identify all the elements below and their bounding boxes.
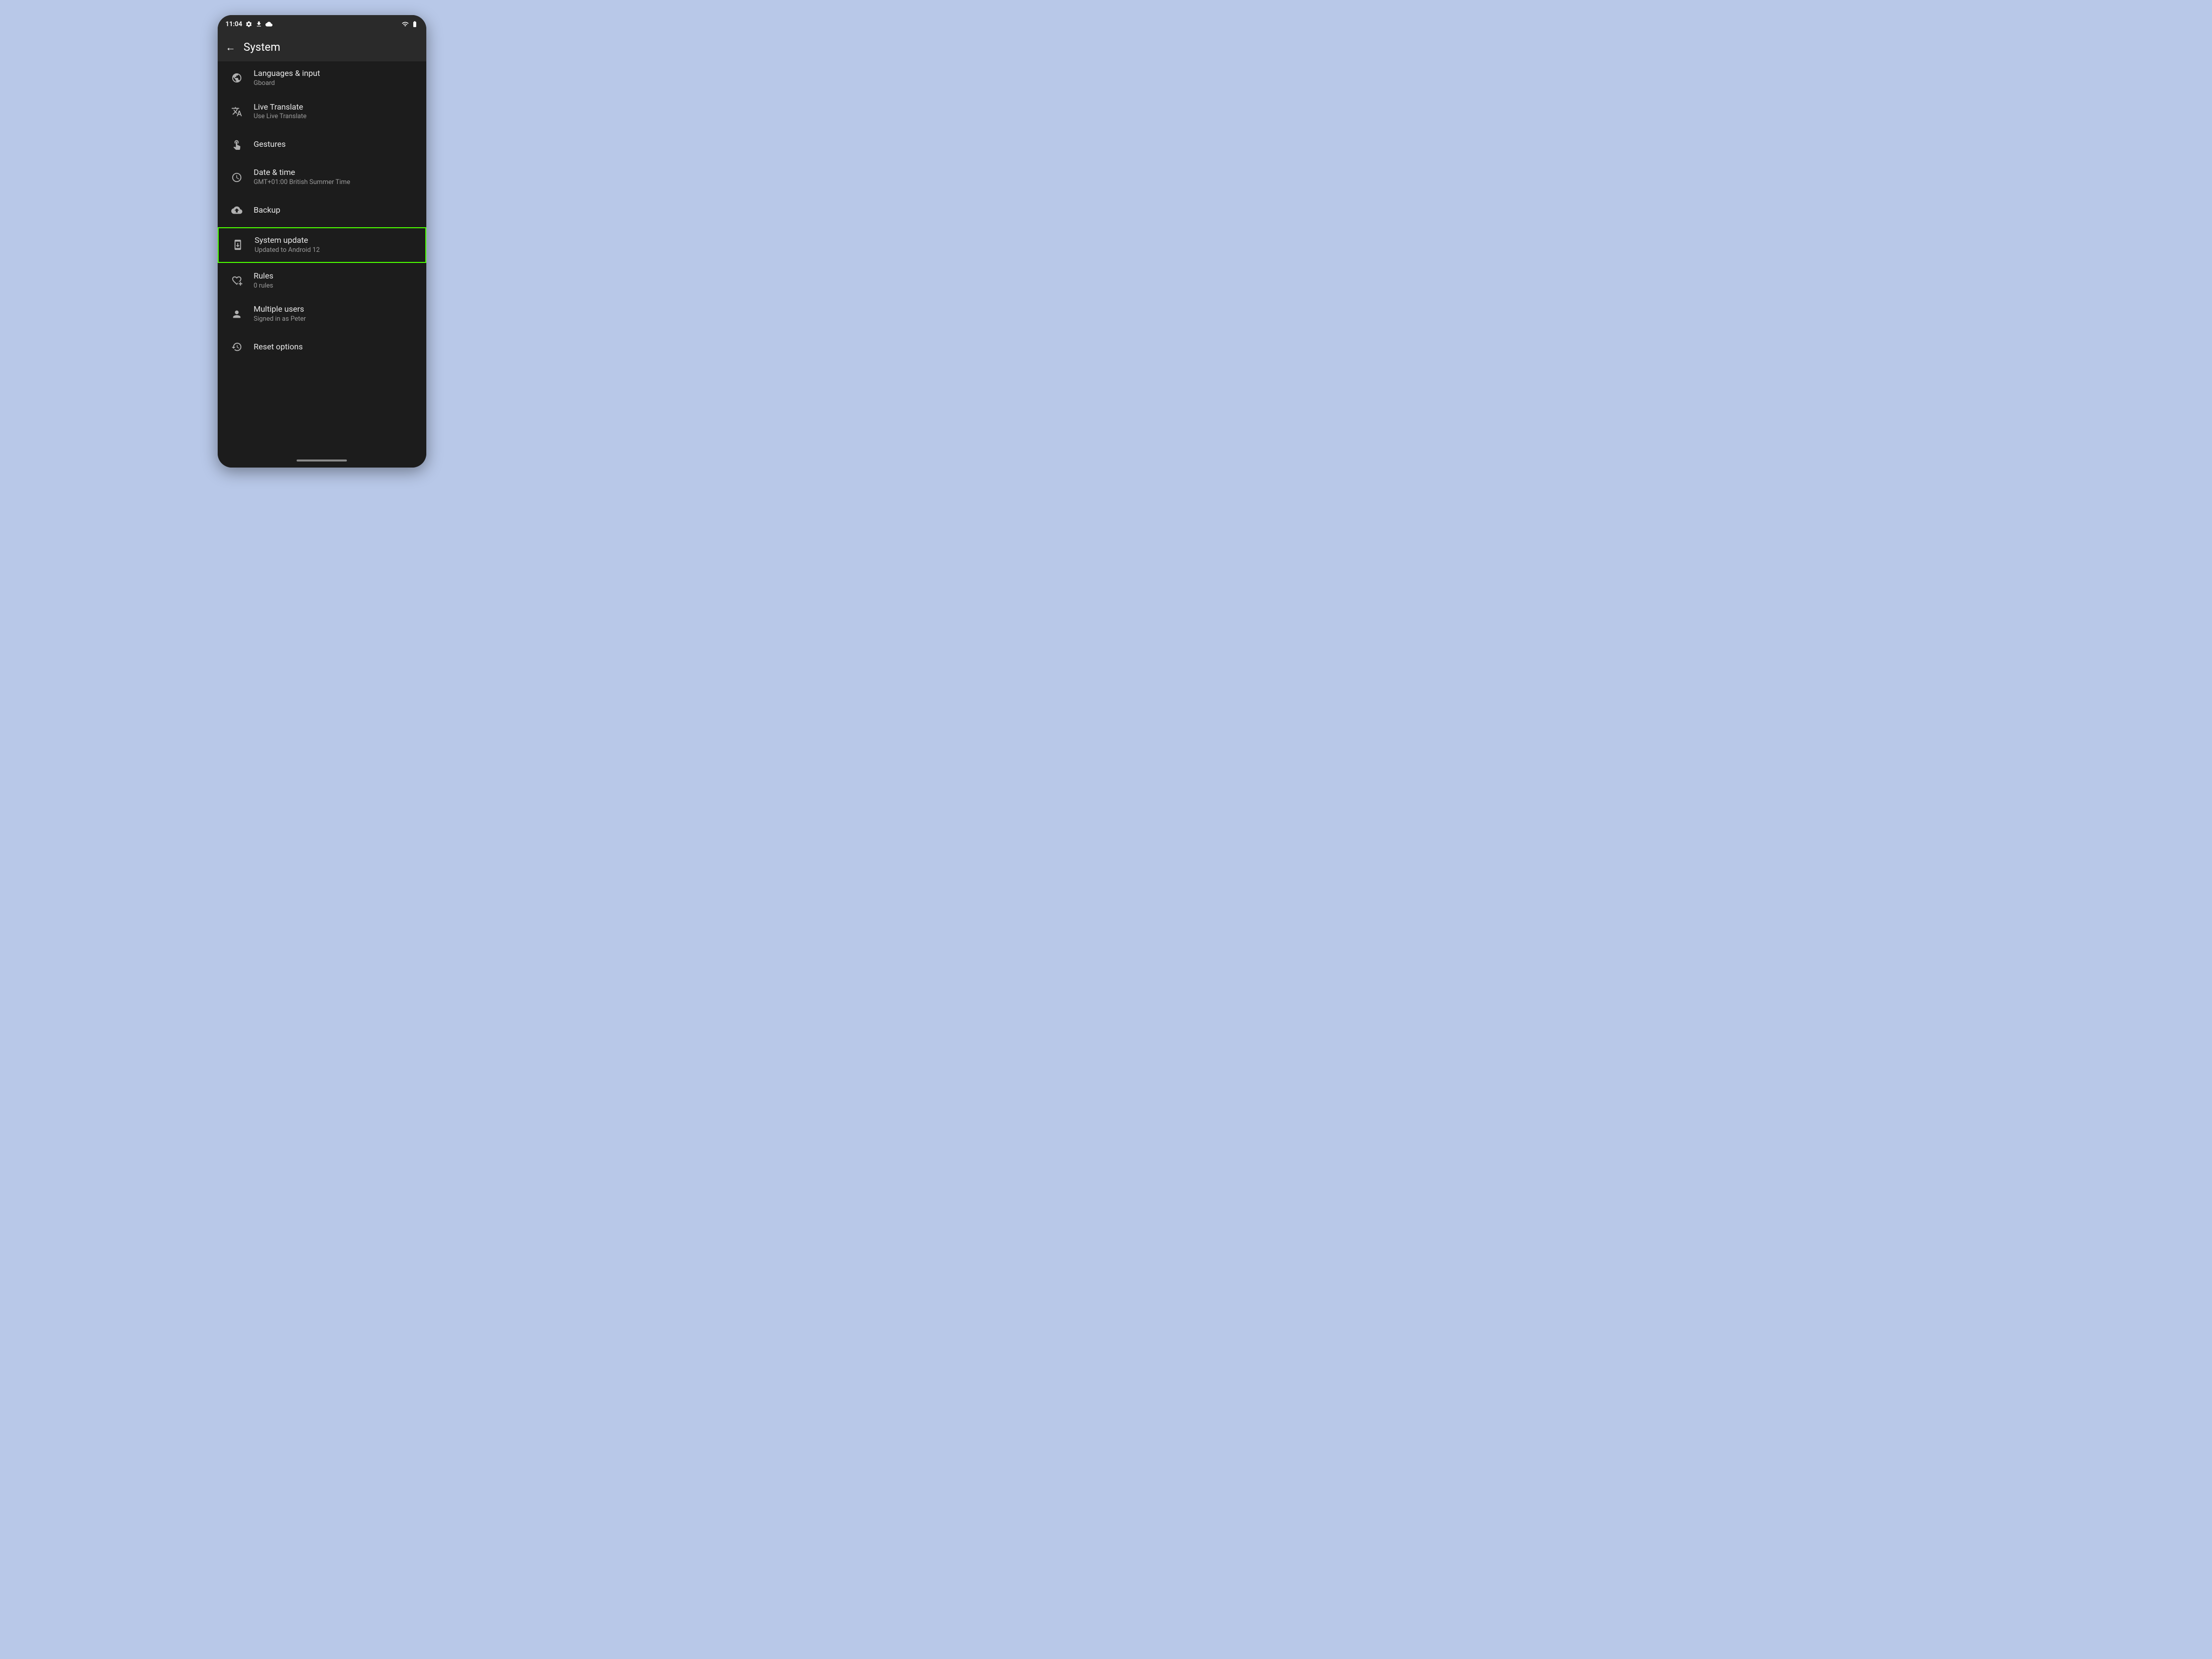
reset-options-title: Reset options	[254, 342, 303, 352]
clock-icon	[228, 168, 246, 187]
download-icon	[255, 21, 262, 28]
globe-svg	[231, 72, 242, 83]
phone-frame: 11:04 ← System	[218, 15, 426, 468]
status-bar: 11:04	[218, 15, 426, 33]
menu-item-gestures[interactable]: Gestures	[218, 128, 426, 160]
reset-icon	[228, 338, 246, 356]
system-update-title: System update	[255, 235, 320, 246]
status-time: 11:04	[226, 21, 242, 28]
content-area: Languages & input Gboard Live Translate …	[218, 61, 426, 453]
rules-title: Rules	[254, 271, 273, 282]
date-time-subtitle: GMT+01:00 British Summer Time	[254, 178, 350, 187]
gestures-title: Gestures	[254, 139, 286, 150]
menu-item-multiple-users[interactable]: Multiple users Signed in as Peter	[218, 297, 426, 331]
cloud-icon	[265, 21, 272, 28]
multiple-users-title: Multiple users	[254, 304, 306, 315]
battery-icon	[411, 21, 418, 28]
header: ← System	[218, 33, 426, 61]
rules-svg	[231, 275, 242, 286]
live-translate-text: Live Translate Use Live Translate	[254, 102, 307, 122]
back-button[interactable]: ←	[226, 41, 236, 54]
backup-title: Backup	[254, 205, 281, 216]
rules-subtitle: 0 rules	[254, 282, 273, 291]
translate-svg	[231, 106, 242, 117]
home-indicator[interactable]	[297, 459, 347, 462]
languages-subtitle: Gboard	[254, 79, 320, 88]
reset-svg	[231, 341, 242, 352]
person-svg	[231, 309, 242, 320]
date-time-title: Date & time	[254, 167, 350, 178]
date-time-text: Date & time GMT+01:00 British Summer Tim…	[254, 167, 350, 187]
system-update-subtitle: Updated to Android 12	[255, 246, 320, 255]
reset-options-text: Reset options	[254, 342, 303, 352]
backup-icon	[228, 201, 246, 219]
clock-svg	[231, 172, 242, 183]
rules-icon	[228, 271, 246, 290]
globe-icon	[228, 69, 246, 87]
live-translate-subtitle: Use Live Translate	[254, 113, 307, 121]
menu-item-date-time[interactable]: Date & time GMT+01:00 British Summer Tim…	[218, 160, 426, 194]
menu-item-reset-options[interactable]: Reset options	[218, 331, 426, 363]
backup-svg	[231, 205, 242, 216]
live-translate-title: Live Translate	[254, 102, 307, 113]
menu-item-languages[interactable]: Languages & input Gboard	[218, 61, 426, 95]
gestures-icon	[228, 135, 246, 153]
backup-text: Backup	[254, 205, 281, 216]
rules-text: Rules 0 rules	[254, 271, 273, 291]
status-right	[402, 21, 418, 28]
multiple-users-text: Multiple users Signed in as Peter	[254, 304, 306, 324]
status-left: 11:04	[226, 21, 272, 28]
menu-item-live-translate[interactable]: Live Translate Use Live Translate	[218, 95, 426, 129]
gestures-text: Gestures	[254, 139, 286, 150]
translate-icon	[228, 103, 246, 121]
multiple-users-subtitle: Signed in as Peter	[254, 315, 306, 324]
person-icon	[228, 305, 246, 323]
languages-text: Languages & input Gboard	[254, 68, 320, 88]
system-update-text: System update Updated to Android 12	[255, 235, 320, 255]
gear-icon	[245, 21, 252, 28]
menu-item-backup[interactable]: Backup	[218, 194, 426, 226]
system-update-icon	[229, 236, 247, 254]
languages-title: Languages & input	[254, 68, 320, 79]
system-update-svg	[232, 239, 243, 250]
gestures-svg	[231, 139, 242, 150]
bottom-bar	[218, 453, 426, 468]
menu-item-system-update[interactable]: System update Updated to Android 12	[218, 227, 426, 263]
wifi-icon	[402, 21, 409, 28]
page-title: System	[244, 41, 281, 54]
menu-item-rules[interactable]: Rules 0 rules	[218, 264, 426, 298]
